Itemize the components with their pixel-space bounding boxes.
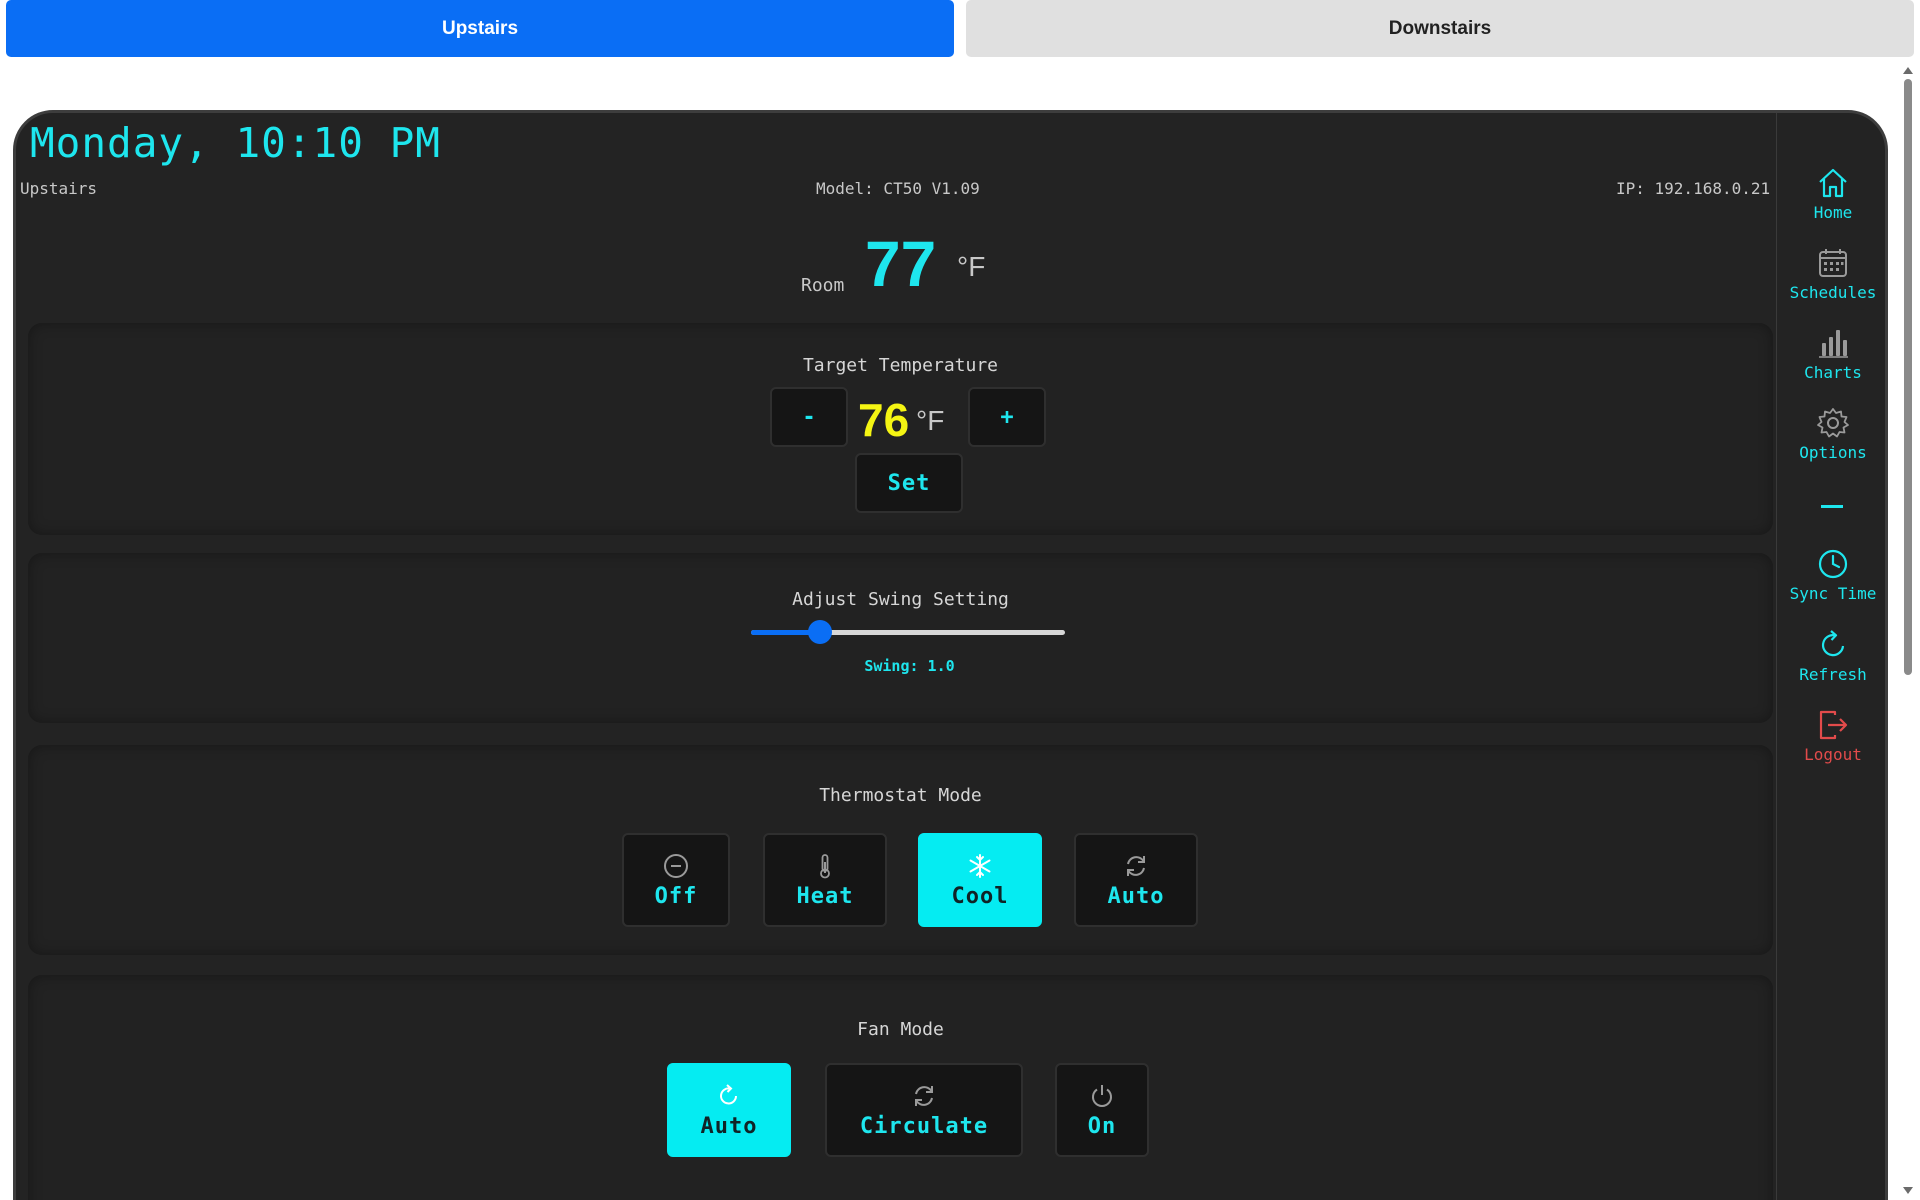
fan-on-button[interactable]: On [1055, 1063, 1149, 1157]
set-temperature-button[interactable]: Set [855, 453, 963, 513]
sidebar-item-label: Schedules [1789, 283, 1877, 302]
mode-off-button[interactable]: Off [622, 833, 730, 927]
gear-icon [1817, 408, 1849, 438]
refresh-icon [1821, 630, 1845, 657]
cycle-icon [915, 1085, 933, 1106]
sidebar-item-logout[interactable]: Logout [1777, 707, 1885, 777]
thermometer-icon [820, 853, 830, 878]
room-temperature-unit: °F [957, 251, 986, 282]
decrease-temperature-button[interactable]: - [770, 387, 848, 447]
fan-auto-label: Auto [700, 1113, 758, 1139]
sidebar-item-options[interactable]: Options [1777, 405, 1885, 475]
device-model: Model: CT50 V1.09 [816, 179, 980, 198]
tab-downstairs[interactable]: Downstairs [966, 0, 1914, 57]
clock-icon [1818, 549, 1848, 579]
sidebar-item-label: Options [1799, 443, 1867, 462]
mode-cool-button[interactable]: Cool [918, 833, 1042, 927]
snowflake-icon [969, 853, 991, 878]
fan-on-label: On [1087, 1113, 1117, 1139]
sidebar-item-schedules[interactable]: Schedules [1777, 245, 1885, 315]
page-scrollbar[interactable] [1900, 63, 1916, 1200]
thermostat-panel: Monday, 10:10 PM Upstairs Model: CT50 V1… [13, 110, 1888, 1200]
sidebar-item-home[interactable]: Home [1777, 165, 1885, 235]
target-temperature-value: 76 [858, 394, 910, 446]
sidebar-divider [1821, 505, 1843, 508]
target-temperature-section: Target Temperature - 76 °F + Set [28, 323, 1773, 535]
fan-auto-button[interactable]: Auto [667, 1063, 791, 1157]
zone-tabs: Upstairs Downstairs [6, 0, 1914, 57]
sidebar-item-label: Home [1813, 203, 1853, 222]
scroll-down-arrow-icon[interactable] [1903, 1187, 1913, 1194]
swing-slider-thumb[interactable] [808, 620, 833, 644]
cycle-icon [1127, 855, 1145, 876]
power-icon [1092, 1084, 1112, 1107]
swing-slider[interactable] [751, 620, 1065, 644]
device-ip: IP: 192.168.0.21 [1616, 179, 1771, 198]
sidebar-item-label: Charts [1804, 363, 1862, 382]
increase-temperature-button[interactable]: + [968, 387, 1046, 447]
fan-mode-section: Fan Mode Auto Circulate On [28, 975, 1773, 1200]
fan-mode-title: Fan Mode [857, 1019, 944, 1040]
mode-cool-label: Cool [951, 883, 1009, 909]
tab-upstairs[interactable]: Upstairs [6, 0, 954, 57]
fan-circulate-button[interactable]: Circulate [825, 1063, 1023, 1157]
clock-display: Monday, 10:10 PM [30, 119, 441, 167]
mode-off-label: Off [654, 883, 698, 909]
sidebar-item-label: Sync Time [1789, 584, 1877, 603]
swing-title: Adjust Swing Setting [792, 589, 1009, 610]
home-icon [1819, 168, 1847, 198]
fan-circulate-label: Circulate [859, 1113, 989, 1139]
mode-heat-label: Heat [796, 883, 854, 909]
mode-auto-button[interactable]: Auto [1074, 833, 1198, 927]
swing-readout: Swing: 1.0 [864, 657, 955, 675]
sidebar-nav: Home Schedules Charts Options Sync Time … [1776, 113, 1885, 1200]
target-temperature-unit: °F [916, 405, 945, 436]
logout-icon [1819, 710, 1848, 740]
swing-section: Adjust Swing Setting Swing: 1.0 [28, 553, 1773, 723]
refresh-icon [720, 1083, 737, 1104]
scroll-up-arrow-icon[interactable] [1903, 67, 1913, 74]
sidebar-item-label: Logout [1804, 745, 1862, 764]
target-temperature-title: Target Temperature [802, 355, 999, 376]
sidebar-item-label: Refresh [1799, 665, 1867, 684]
room-temperature-value: 77 [865, 228, 937, 300]
mode-auto-label: Auto [1107, 883, 1165, 909]
calendar-icon [1819, 249, 1847, 277]
sidebar-item-charts[interactable]: Charts [1777, 325, 1885, 395]
sidebar-item-sync-time[interactable]: Sync Time [1777, 546, 1885, 616]
thermostat-mode-section: Thermostat Mode Off Heat Cool Auto [28, 745, 1773, 955]
device-name: Upstairs [20, 179, 98, 198]
room-label: Room [801, 275, 845, 296]
minus-circle-icon [664, 853, 688, 878]
sidebar-item-refresh[interactable]: Refresh [1777, 627, 1885, 697]
mode-heat-button[interactable]: Heat [763, 833, 887, 927]
thermostat-mode-title: Thermostat Mode [819, 785, 982, 806]
room-temperature: Room 77 °F [801, 228, 1041, 301]
bar-chart-icon [1819, 330, 1848, 358]
scrollbar-thumb[interactable] [1904, 79, 1912, 675]
